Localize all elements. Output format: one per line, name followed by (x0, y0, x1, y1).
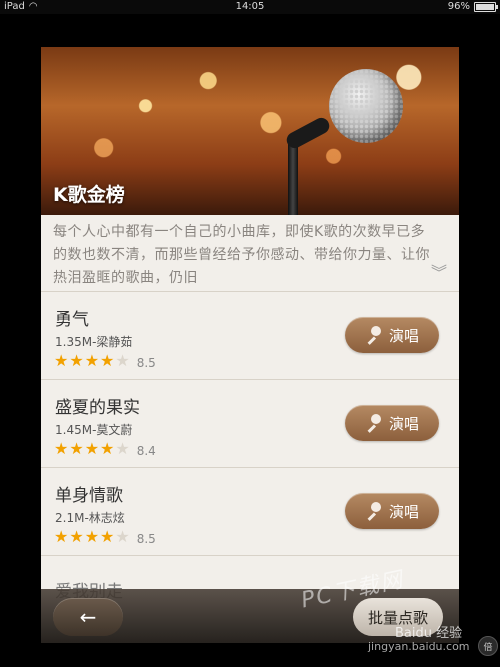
watermark-url: jingyan.baidu.com (368, 640, 470, 653)
status-right: 96% (447, 0, 498, 14)
microphone-icon (329, 69, 403, 143)
star-filled-icon: ★ (54, 439, 69, 458)
zoom-button[interactable]: 倍 (478, 636, 498, 656)
list-item[interactable]: 盛夏的果实 1.45M-莫文蔚 ★ ★ ★ ★ ★ 8.4 演唱 (41, 379, 459, 468)
battery-percent: 96% (447, 1, 470, 12)
list-item[interactable]: 单身情歌 2.1M-林志炫 ★ ★ ★ ★ ★ 8.5 演唱 (41, 467, 459, 556)
star-filled-icon: ★ (100, 527, 115, 546)
mic-stand-graphic (288, 139, 298, 215)
sing-button-label: 演唱 (388, 326, 419, 345)
arrow-left-icon: ← (79, 605, 97, 629)
star-rating: ★ ★ ★ ★ ★ 8.4 (54, 439, 156, 459)
star-filled-icon: ★ (69, 351, 84, 370)
hero-title: K歌金榜 (53, 184, 125, 206)
sing-button[interactable]: 演唱 (345, 405, 439, 441)
battery-icon (474, 2, 498, 12)
star-empty-icon: ★ (115, 351, 130, 370)
star-rating: ★ ★ ★ ★ ★ 8.5 (54, 527, 156, 547)
star-filled-icon: ★ (69, 439, 84, 458)
star-filled-icon: ★ (84, 527, 100, 546)
watermark-baidu: Baidu 经验 (395, 626, 463, 641)
mic-neck-graphic (283, 115, 333, 151)
description-section[interactable]: 每个人心中都有一个自己的小曲库，即使K歌的次数早已多的数也数不清，而那些曾经给予… (41, 215, 459, 292)
star-filled-icon: ★ (84, 439, 100, 458)
microphone-icon (365, 502, 383, 520)
song-title: 勇气 (55, 310, 89, 330)
song-score: 8.5 (136, 356, 156, 370)
status-bar: iPad ◠ 14:05 96% (0, 0, 500, 14)
star-filled-icon: ★ (54, 527, 69, 546)
song-meta: 1.45M-莫文蔚 (55, 423, 133, 437)
star-rating: ★ ★ ★ ★ ★ 8.5 (54, 351, 156, 371)
song-meta: 1.35M-梁静茹 (55, 335, 133, 349)
star-filled-icon: ★ (54, 351, 69, 370)
chart-panel: K歌金榜 每个人心中都有一个自己的小曲库，即使K歌的次数早已多的数也数不清，而那… (41, 47, 459, 643)
microphone-icon (365, 414, 383, 432)
song-score: 8.4 (136, 444, 156, 458)
song-title: 盛夏的果实 (55, 398, 140, 418)
star-filled-icon: ★ (69, 527, 84, 546)
hero-banner: K歌金榜 (41, 47, 459, 215)
star-empty-icon: ★ (115, 439, 130, 458)
double-chevron-down-icon[interactable]: ︾ (431, 265, 447, 281)
sing-button[interactable]: 演唱 (345, 317, 439, 353)
star-empty-icon: ★ (115, 527, 130, 546)
description-text: 每个人心中都有一个自己的小曲库，即使K歌的次数早已多的数也数不清，而那些曾经给予… (53, 224, 430, 286)
clock: 14:05 (235, 1, 265, 12)
star-filled-icon: ★ (100, 351, 115, 370)
sing-button-label: 演唱 (388, 502, 419, 521)
list-item[interactable]: 勇气 1.35M-梁静茹 ★ ★ ★ ★ ★ 8.5 演唱 (41, 291, 459, 380)
star-filled-icon: ★ (84, 351, 100, 370)
song-meta: 2.1M-林志炫 (55, 511, 125, 525)
star-filled-icon: ★ (100, 439, 115, 458)
sing-button-label: 演唱 (388, 414, 419, 433)
microphone-icon (365, 326, 383, 344)
song-title: 单身情歌 (55, 486, 123, 506)
back-button[interactable]: ← (53, 598, 123, 636)
song-score: 8.5 (136, 532, 156, 546)
sing-button[interactable]: 演唱 (345, 493, 439, 529)
